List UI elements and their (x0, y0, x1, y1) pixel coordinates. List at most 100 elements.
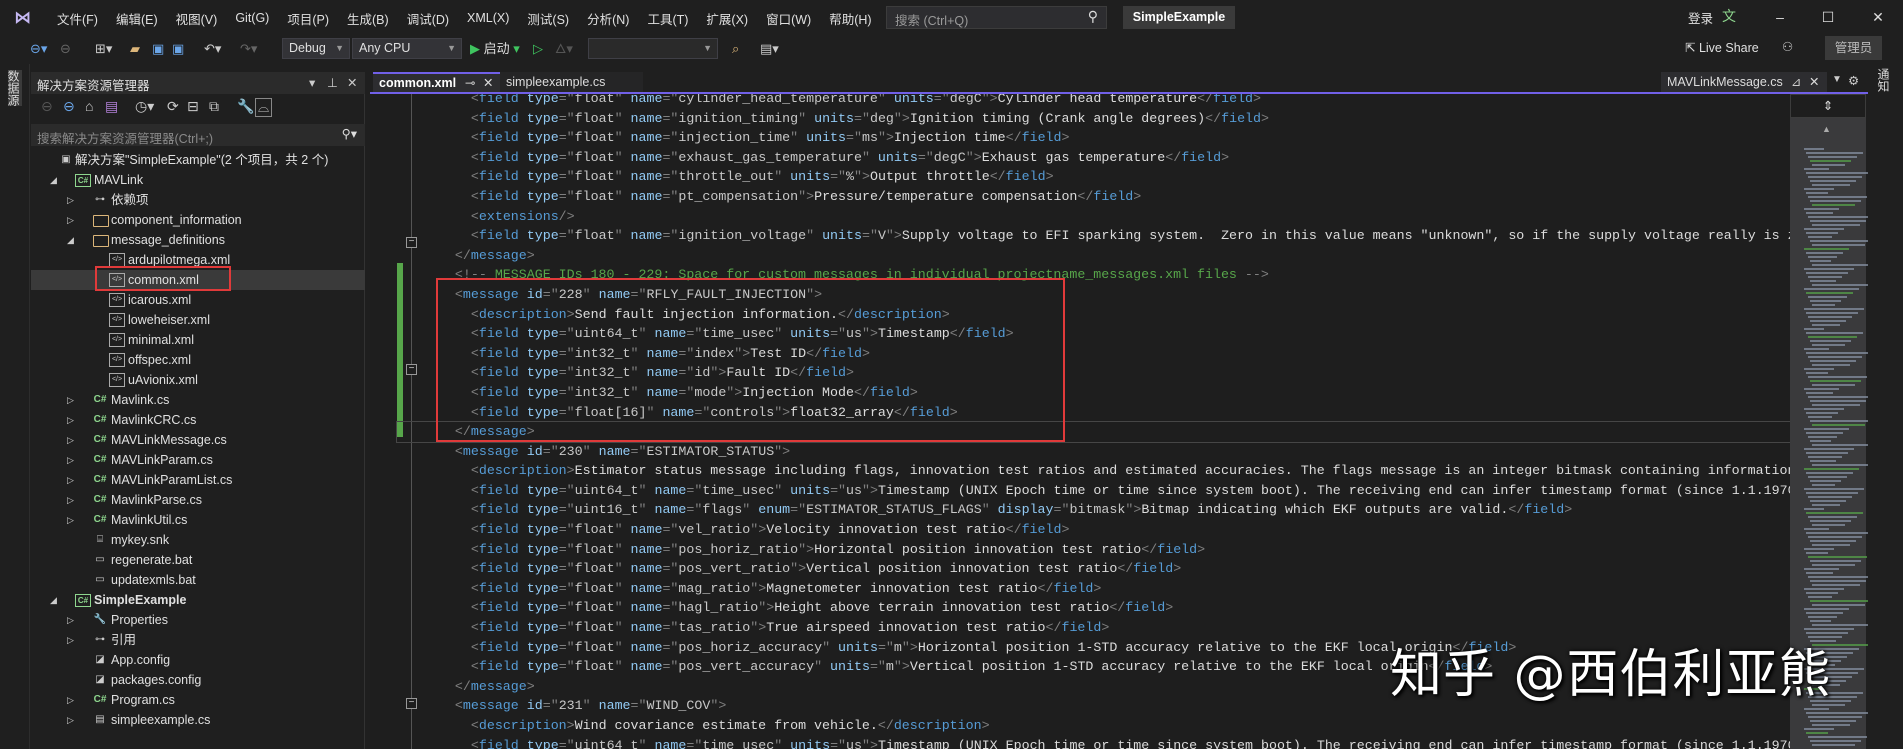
tree-item[interactable]: ▷ 🔧 Properties (31, 610, 365, 630)
collapse-arrow-icon[interactable]: ◢ (67, 230, 79, 250)
tree-item[interactable]: ▭ regenerate.bat (31, 550, 365, 570)
expand-arrow-icon[interactable]: ▷ (67, 210, 79, 230)
target-dropdown[interactable]: ▼ (588, 38, 718, 59)
expand-arrow-icon[interactable]: ▷ (67, 390, 79, 410)
forward-icon[interactable]: ⊖ (63, 98, 75, 115)
home-icon[interactable]: ⌂ (85, 98, 93, 114)
save-icon[interactable]: ▣ (152, 39, 164, 59)
properties-icon[interactable]: 🔧 (237, 98, 254, 115)
tree-item[interactable]: ◢ C# MAVLink (31, 170, 365, 190)
hot-reload-icon[interactable]: 🜂▾ (555, 39, 573, 59)
pin-icon[interactable]: ⊥ (327, 75, 338, 90)
menu-item[interactable]: Git(G) (226, 11, 278, 25)
pending-changes-filter-icon[interactable]: ◷▾ (135, 98, 154, 115)
notifications-tab[interactable]: 通知 (1876, 68, 1892, 92)
menu-item[interactable]: 文件(F) (48, 9, 107, 28)
sign-in-link[interactable]: 登录 (1688, 8, 1713, 27)
collapse-icon[interactable]: − (406, 698, 417, 709)
pin-icon[interactable]: ⊸ (465, 74, 475, 92)
settings-gear-icon[interactable]: ⚙ (1848, 73, 1859, 88)
close-panel-icon[interactable]: ✕ (347, 75, 357, 90)
undo-icon[interactable]: ↶▾ (204, 39, 221, 59)
tree-item[interactable]: ▭ updatexmls.bat (31, 570, 365, 590)
tree-item[interactable]: ▷ C# MavlinkParse.cs (31, 490, 365, 510)
collapse-all-icon[interactable]: ⊟ (187, 98, 199, 115)
menu-item[interactable]: 帮助(H) (820, 9, 880, 28)
tree-item[interactable]: </> uAvionix.xml (31, 370, 365, 390)
keep-open-icon[interactable]: ⊿ (1791, 72, 1801, 93)
platform-dropdown[interactable]: Any CPU ▼ (352, 38, 462, 59)
tree-item[interactable]: ▷ ⊶ 引用 (31, 630, 365, 650)
tab-simpleexample-cs[interactable]: simpleexample.cs (500, 72, 643, 93)
expand-arrow-icon[interactable]: ▷ (67, 690, 79, 710)
panel-options-icon[interactable]: ▾ (309, 75, 315, 90)
collapse-icon[interactable]: − (406, 364, 417, 375)
account-icon[interactable]: ⚇ (1782, 39, 1793, 54)
visual-studio-logo-icon[interactable]: ⋈ (14, 8, 36, 28)
tree-item[interactable]: ▷ C# MavlinkCRC.cs (31, 410, 365, 430)
tab-common-xml[interactable]: common.xml ⊸ ✕ (373, 72, 500, 93)
tree-item[interactable]: ▷ C# MavlinkUtil.cs (31, 510, 365, 530)
expand-arrow-icon[interactable]: ▷ (67, 630, 79, 650)
find-in-files-icon[interactable]: ⌕ (732, 39, 739, 59)
open-file-icon[interactable]: ▰ (130, 39, 140, 59)
close-button[interactable]: ✕ (1858, 4, 1898, 30)
close-tab-icon[interactable]: ✕ (1809, 72, 1819, 93)
maximize-button[interactable]: ☐ (1808, 4, 1848, 30)
feedback-icon[interactable]: 文 (1722, 6, 1736, 26)
expand-arrow-icon[interactable]: ▷ (67, 710, 79, 730)
solution-name-badge[interactable]: SimpleExample (1123, 6, 1235, 29)
tree-item[interactable]: </> offspec.xml (31, 350, 365, 370)
live-share-button[interactable]: ⇱ Live Share (1685, 40, 1759, 55)
start-button[interactable]: ▶ 启动 ▾ (470, 39, 520, 59)
minimize-button[interactable]: – (1760, 4, 1800, 30)
menu-item[interactable]: 分析(N) (578, 9, 638, 28)
expand-arrow-icon[interactable]: ▷ (67, 190, 79, 210)
menu-item[interactable]: 窗口(W) (757, 9, 820, 28)
configuration-dropdown[interactable]: Debug ▼ (282, 38, 350, 59)
expand-arrow-icon[interactable]: ▷ (67, 470, 79, 490)
preview-tab-mavlinkmessage-cs[interactable]: MAVLinkMessage.cs ⊿ ✕ (1661, 72, 1827, 93)
menu-item[interactable]: 视图(V) (167, 9, 227, 28)
menu-item[interactable]: 编辑(E) (107, 9, 167, 28)
tree-item[interactable]: ◪ packages.config (31, 670, 365, 690)
redo-icon[interactable]: ↷▾ (240, 39, 257, 59)
start-without-debugging-icon[interactable]: ▷ (533, 39, 543, 59)
menu-item[interactable]: 调试(D) (398, 9, 458, 28)
new-project-icon[interactable]: ⊞▾ (95, 39, 112, 59)
tree-item[interactable]: ◢ C# SimpleExample (31, 590, 365, 610)
collapse-icon[interactable]: − (406, 237, 417, 248)
tree-item[interactable]: ▷ ⊶ 依赖项 (31, 190, 365, 210)
menu-item[interactable]: 生成(B) (338, 9, 398, 28)
save-all-icon[interactable]: ▣ (172, 39, 184, 59)
menu-item[interactable]: XML(X) (458, 11, 518, 25)
split-editor-icon[interactable]: ⇕ (1790, 94, 1866, 118)
expand-arrow-icon[interactable]: ▷ (67, 490, 79, 510)
scroll-up-icon[interactable]: ▲ (1822, 124, 1831, 134)
preview-selected-icon[interactable]: ⌓ (255, 98, 273, 117)
tree-item[interactable]: ▷ ▤ simpleexample.cs (31, 710, 365, 730)
admin-button[interactable]: 管理员 (1825, 36, 1882, 60)
tree-item[interactable]: ▷ component_information (31, 210, 365, 230)
switch-views-icon[interactable]: ▤ (105, 98, 118, 115)
tree-item[interactable]: ◢ message_definitions (31, 230, 365, 250)
tree-item[interactable]: ▷ C# MAVLinkParam.cs (31, 450, 365, 470)
tree-item[interactable]: </> icarous.xml (31, 290, 365, 310)
collapse-arrow-icon[interactable]: ◢ (50, 170, 62, 190)
collapse-arrow-icon[interactable]: ◢ (50, 590, 62, 610)
back-icon[interactable]: ⊖ (41, 98, 53, 115)
show-all-files-icon[interactable]: ⧉ (209, 98, 219, 115)
menu-item[interactable]: 工具(T) (638, 9, 697, 28)
solution-search-input[interactable]: 搜索解决方案资源管理器(Ctrl+;) ⚲▾ (31, 124, 365, 146)
sync-icon[interactable]: ⟳ (167, 98, 179, 115)
tree-item[interactable]: ▣ 解决方案"SimpleExample"(2 个项目，共 2 个) (31, 150, 365, 170)
tab-list-dropdown-icon[interactable]: ▼ (1832, 74, 1842, 85)
expand-arrow-icon[interactable]: ▷ (67, 450, 79, 470)
tree-item[interactable]: </> minimal.xml (31, 330, 365, 350)
expand-arrow-icon[interactable]: ▷ (67, 410, 79, 430)
forward-icon[interactable]: ⊖ (60, 39, 71, 59)
tree-item[interactable]: ▷ C# MAVLinkMessage.cs (31, 430, 365, 450)
menu-item[interactable]: 项目(P) (278, 9, 338, 28)
back-icon[interactable]: ⊖▾ (30, 39, 47, 59)
menu-item[interactable]: 扩展(X) (697, 9, 757, 28)
